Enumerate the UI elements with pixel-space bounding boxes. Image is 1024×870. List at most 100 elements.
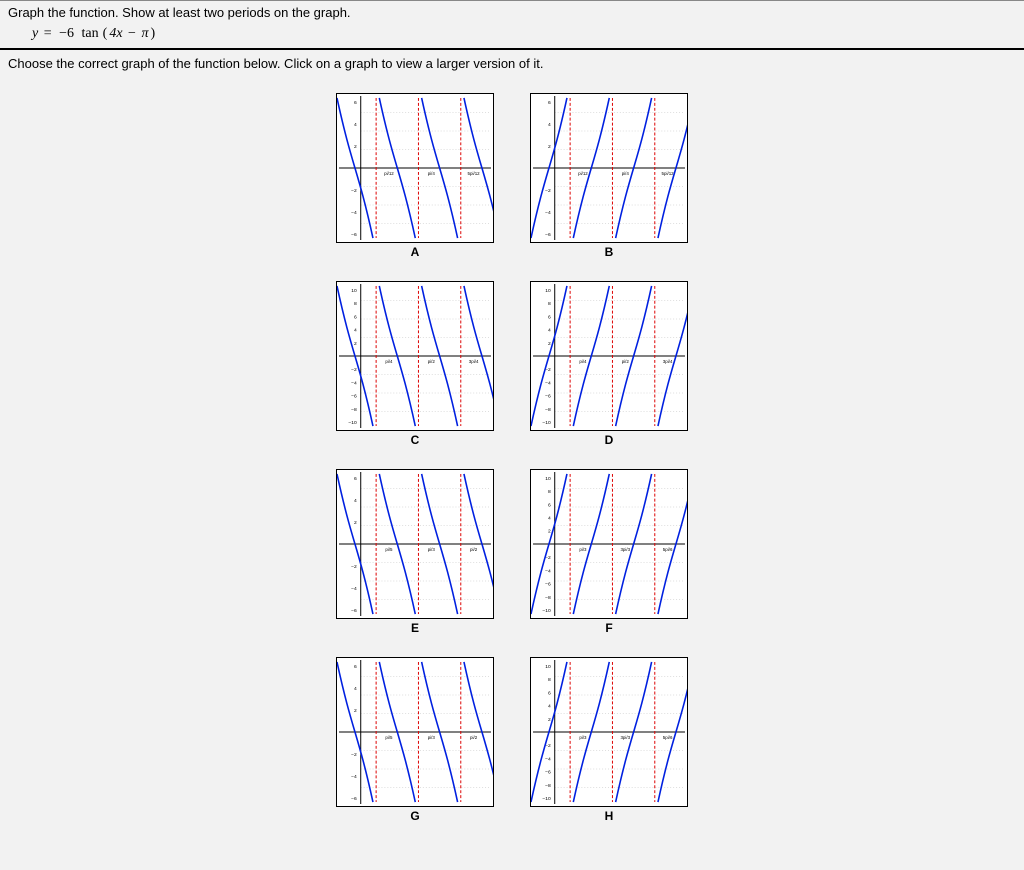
svg-text:−4: −4 [351, 774, 357, 780]
svg-text:4: 4 [548, 516, 551, 522]
svg-text:−10: −10 [542, 796, 551, 802]
eq-4x: 4x [109, 26, 122, 41]
svg-text:3pi/3: 3pi/3 [620, 547, 630, 552]
graph-thumbnail[interactable]: 108642−2−4−6−8−10pi/4pi/23pi/4 [336, 281, 494, 431]
svg-text:−6: −6 [351, 232, 357, 238]
svg-text:−4: −4 [351, 210, 357, 216]
svg-text:pi/2: pi/2 [428, 359, 436, 364]
svg-text:−4: −4 [351, 586, 357, 592]
svg-text:5pi/6: 5pi/6 [663, 547, 673, 552]
svg-text:−2: −2 [351, 188, 357, 194]
svg-text:−4: −4 [545, 756, 551, 762]
svg-text:4: 4 [548, 704, 551, 710]
svg-text:pi/5: pi/5 [385, 735, 393, 740]
eq-rparen: ) [148, 26, 157, 41]
svg-text:8: 8 [548, 301, 551, 307]
svg-text:2: 2 [354, 341, 357, 347]
svg-text:pi/4: pi/4 [385, 359, 393, 364]
eq-neg6: −6 [57, 26, 76, 41]
svg-text:5pi/12: 5pi/12 [662, 171, 675, 176]
svg-text:8: 8 [548, 677, 551, 683]
graph-thumbnail[interactable]: 642−2−4−6pi/12pi/45pi/12 [336, 93, 494, 243]
graph-option-g[interactable]: 642−2−4−6pi/5pi/3pi/2G [336, 657, 494, 823]
svg-text:−4: −4 [545, 210, 551, 216]
graph-option-c[interactable]: 108642−2−4−6−8−10pi/4pi/23pi/4C [336, 281, 494, 447]
svg-text:2: 2 [354, 144, 357, 150]
graph-thumbnail[interactable]: 108642−2−4−6−8−10pi/4pi/23pi/4 [530, 281, 688, 431]
svg-text:pi/12: pi/12 [384, 171, 394, 176]
graph-option-e[interactable]: 642−2−4−6pi/5pi/3pi/2E [336, 469, 494, 635]
svg-text:2: 2 [548, 341, 551, 347]
svg-text:6: 6 [548, 314, 551, 320]
svg-text:−8: −8 [545, 407, 551, 413]
svg-text:5pi/6: 5pi/6 [663, 735, 673, 740]
graph-label: D [605, 433, 614, 447]
graphs-area: 642−2−4−6pi/12pi/45pi/12A642−2−4−6pi/12p… [0, 77, 1024, 839]
question-equation: y = −6 tan(4x − π) [32, 26, 1016, 42]
svg-text:pi/12: pi/12 [578, 171, 588, 176]
svg-text:−8: −8 [545, 783, 551, 789]
svg-text:6: 6 [354, 476, 357, 482]
svg-text:3pi/4: 3pi/4 [469, 359, 479, 364]
svg-text:pi/2: pi/2 [622, 359, 630, 364]
svg-text:6: 6 [548, 690, 551, 696]
svg-text:−10: −10 [542, 420, 551, 426]
svg-text:−6: −6 [351, 394, 357, 400]
svg-text:−10: −10 [348, 420, 357, 426]
svg-text:6: 6 [548, 502, 551, 508]
svg-text:5pi/12: 5pi/12 [468, 171, 481, 176]
graph-thumbnail[interactable]: 642−2−4−6pi/5pi/3pi/2 [336, 657, 494, 807]
svg-text:−2: −2 [351, 367, 357, 373]
question-prompt: Graph the function. Show at least two pe… [8, 5, 1016, 20]
svg-text:pi/3: pi/3 [428, 547, 436, 552]
svg-text:−6: −6 [351, 796, 357, 802]
eq-equals: = [42, 26, 54, 41]
svg-text:−6: −6 [545, 394, 551, 400]
svg-text:−6: −6 [545, 582, 551, 588]
svg-text:2: 2 [354, 520, 357, 526]
svg-text:4: 4 [548, 122, 551, 128]
svg-text:4: 4 [354, 498, 357, 504]
svg-text:2: 2 [548, 144, 551, 150]
graph-option-b[interactable]: 642−2−4−6pi/12pi/45pi/12B [530, 93, 688, 259]
graph-option-f[interactable]: 108642−2−4−6−8−10pi/33pi/35pi/6F [530, 469, 688, 635]
graph-label: G [410, 809, 419, 823]
svg-text:2: 2 [548, 717, 551, 723]
svg-text:−8: −8 [545, 595, 551, 601]
svg-text:−4: −4 [351, 380, 357, 386]
svg-text:3pi/3: 3pi/3 [620, 735, 630, 740]
svg-text:6: 6 [354, 664, 357, 670]
question-box: Graph the function. Show at least two pe… [0, 0, 1024, 50]
svg-text:−6: −6 [545, 770, 551, 776]
graph-thumbnail[interactable]: 108642−2−4−6−8−10pi/33pi/35pi/6 [530, 657, 688, 807]
graph-option-a[interactable]: 642−2−4−6pi/12pi/45pi/12A [336, 93, 494, 259]
svg-text:10: 10 [545, 664, 551, 670]
eq-tan: tan [80, 26, 101, 41]
svg-text:3pi/4: 3pi/4 [663, 359, 673, 364]
graph-thumbnail[interactable]: 642−2−4−6pi/5pi/3pi/2 [336, 469, 494, 619]
svg-text:8: 8 [354, 301, 357, 307]
svg-text:8: 8 [548, 489, 551, 495]
svg-text:−2: −2 [545, 188, 551, 194]
svg-text:−8: −8 [351, 407, 357, 413]
svg-text:−6: −6 [351, 608, 357, 614]
graph-option-h[interactable]: 108642−2−4−6−8−10pi/33pi/35pi/6H [530, 657, 688, 823]
svg-text:4: 4 [354, 328, 357, 334]
graph-option-d[interactable]: 108642−2−4−6−8−10pi/4pi/23pi/4D [530, 281, 688, 447]
graph-label: C [411, 433, 420, 447]
graph-thumbnail[interactable]: 642−2−4−6pi/12pi/45pi/12 [530, 93, 688, 243]
svg-text:−4: −4 [545, 568, 551, 574]
graph-thumbnail[interactable]: 108642−2−4−6−8−10pi/33pi/35pi/6 [530, 469, 688, 619]
eq-lparen: ( [101, 26, 110, 41]
svg-text:−6: −6 [545, 232, 551, 238]
graph-label: B [605, 245, 614, 259]
svg-text:pi/2: pi/2 [470, 735, 478, 740]
svg-text:pi/4: pi/4 [579, 359, 587, 364]
svg-text:pi/3: pi/3 [579, 735, 587, 740]
svg-text:6: 6 [548, 100, 551, 106]
svg-text:−10: −10 [542, 608, 551, 614]
graph-row: 642−2−4−6pi/5pi/3pi/2G108642−2−4−6−8−10p… [336, 657, 688, 823]
svg-text:4: 4 [354, 686, 357, 692]
instruction-text: Choose the correct graph of the function… [0, 50, 1024, 77]
svg-text:−2: −2 [351, 564, 357, 570]
